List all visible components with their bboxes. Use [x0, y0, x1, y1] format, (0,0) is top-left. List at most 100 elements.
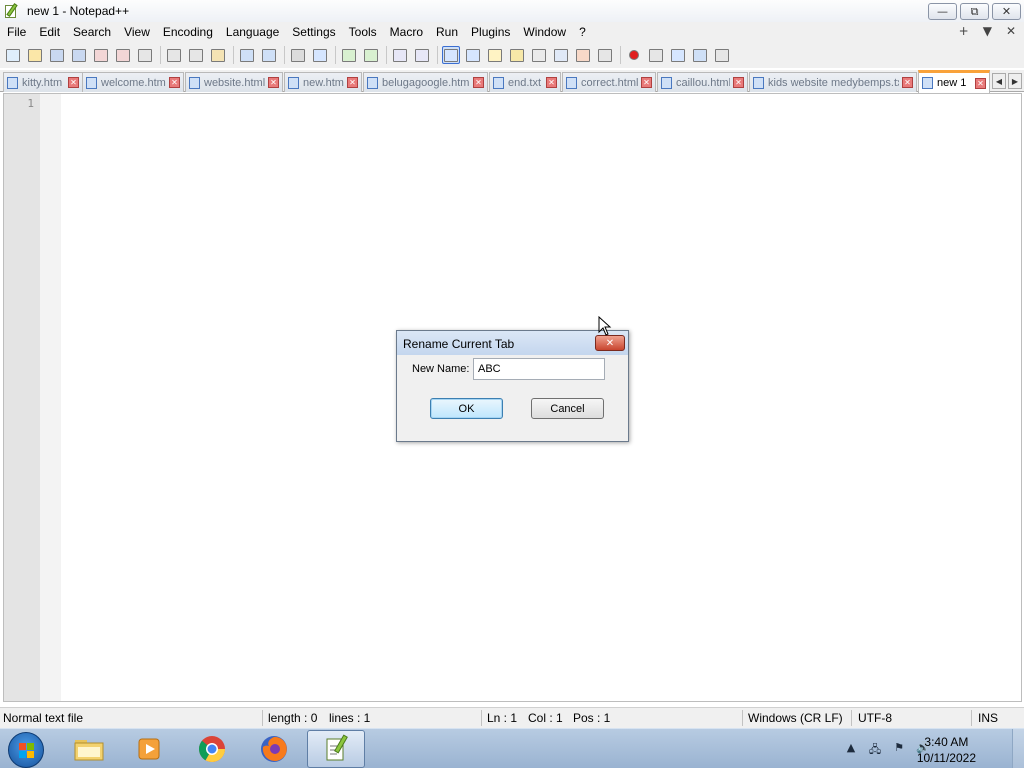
monitoring-button[interactable]	[596, 46, 614, 64]
network-icon[interactable]: 🖧	[868, 741, 882, 756]
mouse-pointer-icon	[598, 316, 612, 336]
clock-date: 10/11/2022	[916, 751, 976, 765]
menu-view[interactable]: View	[117, 25, 156, 39]
folder-as-workspace-button[interactable]	[574, 46, 592, 64]
run-macro-multiple-button[interactable]	[691, 46, 709, 64]
menu-dropdown-button[interactable]: ▼	[983, 24, 992, 38]
show-all-chars-button[interactable]	[464, 46, 482, 64]
record-macro-button[interactable]	[625, 46, 643, 64]
tab-belugagoogle-html[interactable]: belugagoogle.html ✕	[363, 72, 488, 92]
doc-map-button[interactable]	[530, 46, 548, 64]
save-icon	[50, 48, 64, 62]
tab-close-icon[interactable]: ✕	[68, 77, 79, 88]
close-window-button[interactable]: ✕	[992, 3, 1021, 20]
paste-button[interactable]	[209, 46, 227, 64]
taskbar-firefox[interactable]	[245, 730, 303, 768]
redo-button[interactable]	[260, 46, 278, 64]
cancel-button[interactable]: Cancel	[531, 398, 604, 419]
menu-plugins[interactable]: Plugins	[464, 25, 516, 39]
fold-margin[interactable]	[40, 94, 61, 701]
tab-kids-website-medybemps-txt[interactable]: kids website medybemps.txt ✕	[749, 72, 917, 92]
menu-close-button[interactable]: ✕	[1006, 24, 1016, 38]
ok-button[interactable]: OK	[430, 398, 503, 419]
menu-macro[interactable]: Macro	[383, 25, 429, 39]
tab-scroll-right-button[interactable]: ▶	[1008, 73, 1022, 89]
dialog-close-button[interactable]: ✕	[595, 335, 625, 351]
status-insert-mode[interactable]: INS	[978, 711, 998, 725]
toolbar-separator	[284, 46, 285, 64]
function-list-button[interactable]	[552, 46, 570, 64]
tab-close-icon[interactable]: ✕	[733, 77, 744, 88]
menu-edit[interactable]: Edit	[32, 25, 66, 39]
menu-encoding[interactable]: Encoding	[156, 25, 219, 39]
close-button[interactable]	[92, 46, 110, 64]
save-all-button[interactable]	[70, 46, 88, 64]
open-file-button[interactable]	[26, 46, 44, 64]
replace-button[interactable]	[311, 46, 329, 64]
taskbar-notepad-plus-plus[interactable]	[307, 730, 365, 768]
save-button[interactable]	[48, 46, 66, 64]
clock[interactable]: 3:40 AM 10/11/2022	[917, 734, 976, 766]
word-wrap-button[interactable]	[442, 46, 460, 64]
menu-window[interactable]: Window	[516, 25, 572, 39]
tab-caillou-html[interactable]: caillou.html ✕	[657, 72, 748, 92]
find-button[interactable]	[289, 46, 307, 64]
tab-correct-html[interactable]: correct.html ✕	[562, 72, 656, 92]
action-center-flag-icon[interactable]: ⚑	[892, 741, 906, 755]
dialog-title-bar[interactable]: Rename Current Tab ✕	[397, 331, 628, 355]
menu-plus-button[interactable]: +	[959, 24, 969, 38]
indent-guide-button[interactable]	[486, 46, 504, 64]
taskbar-media-player[interactable]	[121, 730, 179, 768]
tab-new-htm[interactable]: new.htm ✕	[284, 72, 362, 92]
cut-button[interactable]	[165, 46, 183, 64]
tab-close-icon[interactable]: ✕	[975, 77, 986, 89]
tab-website-html[interactable]: website.html ✕	[185, 72, 283, 92]
tab-kitty-htm[interactable]: kitty.htm ✕	[3, 72, 83, 92]
zoom-out-button[interactable]	[362, 46, 380, 64]
playback-macro-button[interactable]	[669, 46, 687, 64]
menu-search[interactable]: Search	[66, 25, 117, 39]
taskbar-file-explorer[interactable]	[60, 730, 118, 768]
minimize-button[interactable]: —	[928, 3, 957, 20]
tab-close-icon[interactable]: ✕	[268, 77, 279, 88]
menu-tools[interactable]: Tools	[342, 25, 383, 39]
new-name-input[interactable]	[473, 358, 605, 380]
menu-language[interactable]: Language	[219, 25, 285, 39]
stop-recording-button[interactable]	[647, 46, 665, 64]
menu-file[interactable]: File	[0, 25, 32, 39]
tab-welcome-html[interactable]: welcome.html ✕	[82, 72, 184, 92]
replace-icon	[313, 48, 327, 62]
tab-close-icon[interactable]: ✕	[473, 77, 484, 88]
show-hidden-icons-button[interactable]: ▲	[844, 741, 858, 755]
tab-close-icon[interactable]: ✕	[902, 77, 913, 88]
menu-run[interactable]: Run	[429, 25, 464, 39]
user-language-button[interactable]	[508, 46, 526, 64]
menu-settings[interactable]: Settings	[285, 25, 341, 39]
tab-end-txt[interactable]: end.txt ✕	[489, 72, 561, 92]
tab-new-1[interactable]: new 1 ✕	[918, 70, 990, 93]
tab-close-icon[interactable]: ✕	[641, 77, 652, 88]
zoom-in-button[interactable]	[340, 46, 358, 64]
sync-horizontal-button[interactable]	[413, 46, 431, 64]
tab-close-icon[interactable]: ✕	[546, 77, 557, 88]
tab-close-icon[interactable]: ✕	[347, 77, 358, 88]
taskbar-chrome[interactable]	[183, 730, 241, 768]
cut-icon	[167, 48, 181, 62]
document-icon	[288, 76, 299, 89]
menu-help[interactable]: ?	[572, 25, 592, 39]
restore-button[interactable]: ⧉	[960, 3, 989, 20]
show-desktop-button[interactable]	[1012, 729, 1024, 768]
new-file-button[interactable]	[4, 46, 22, 64]
print-button[interactable]	[136, 46, 154, 64]
tab-close-icon[interactable]: ✕	[169, 77, 180, 88]
undo-button[interactable]	[238, 46, 256, 64]
sync-vertical-button[interactable]	[391, 46, 409, 64]
start-button[interactable]	[8, 732, 44, 768]
save-macro-icon	[715, 48, 729, 62]
close-all-button[interactable]	[114, 46, 132, 64]
tab-scroll-left-button[interactable]: ◀	[992, 73, 1006, 89]
save-macro-button[interactable]	[713, 46, 731, 64]
status-encoding[interactable]: UTF-8	[858, 711, 892, 725]
copy-button[interactable]	[187, 46, 205, 64]
status-eol[interactable]: Windows (CR LF)	[748, 711, 843, 725]
